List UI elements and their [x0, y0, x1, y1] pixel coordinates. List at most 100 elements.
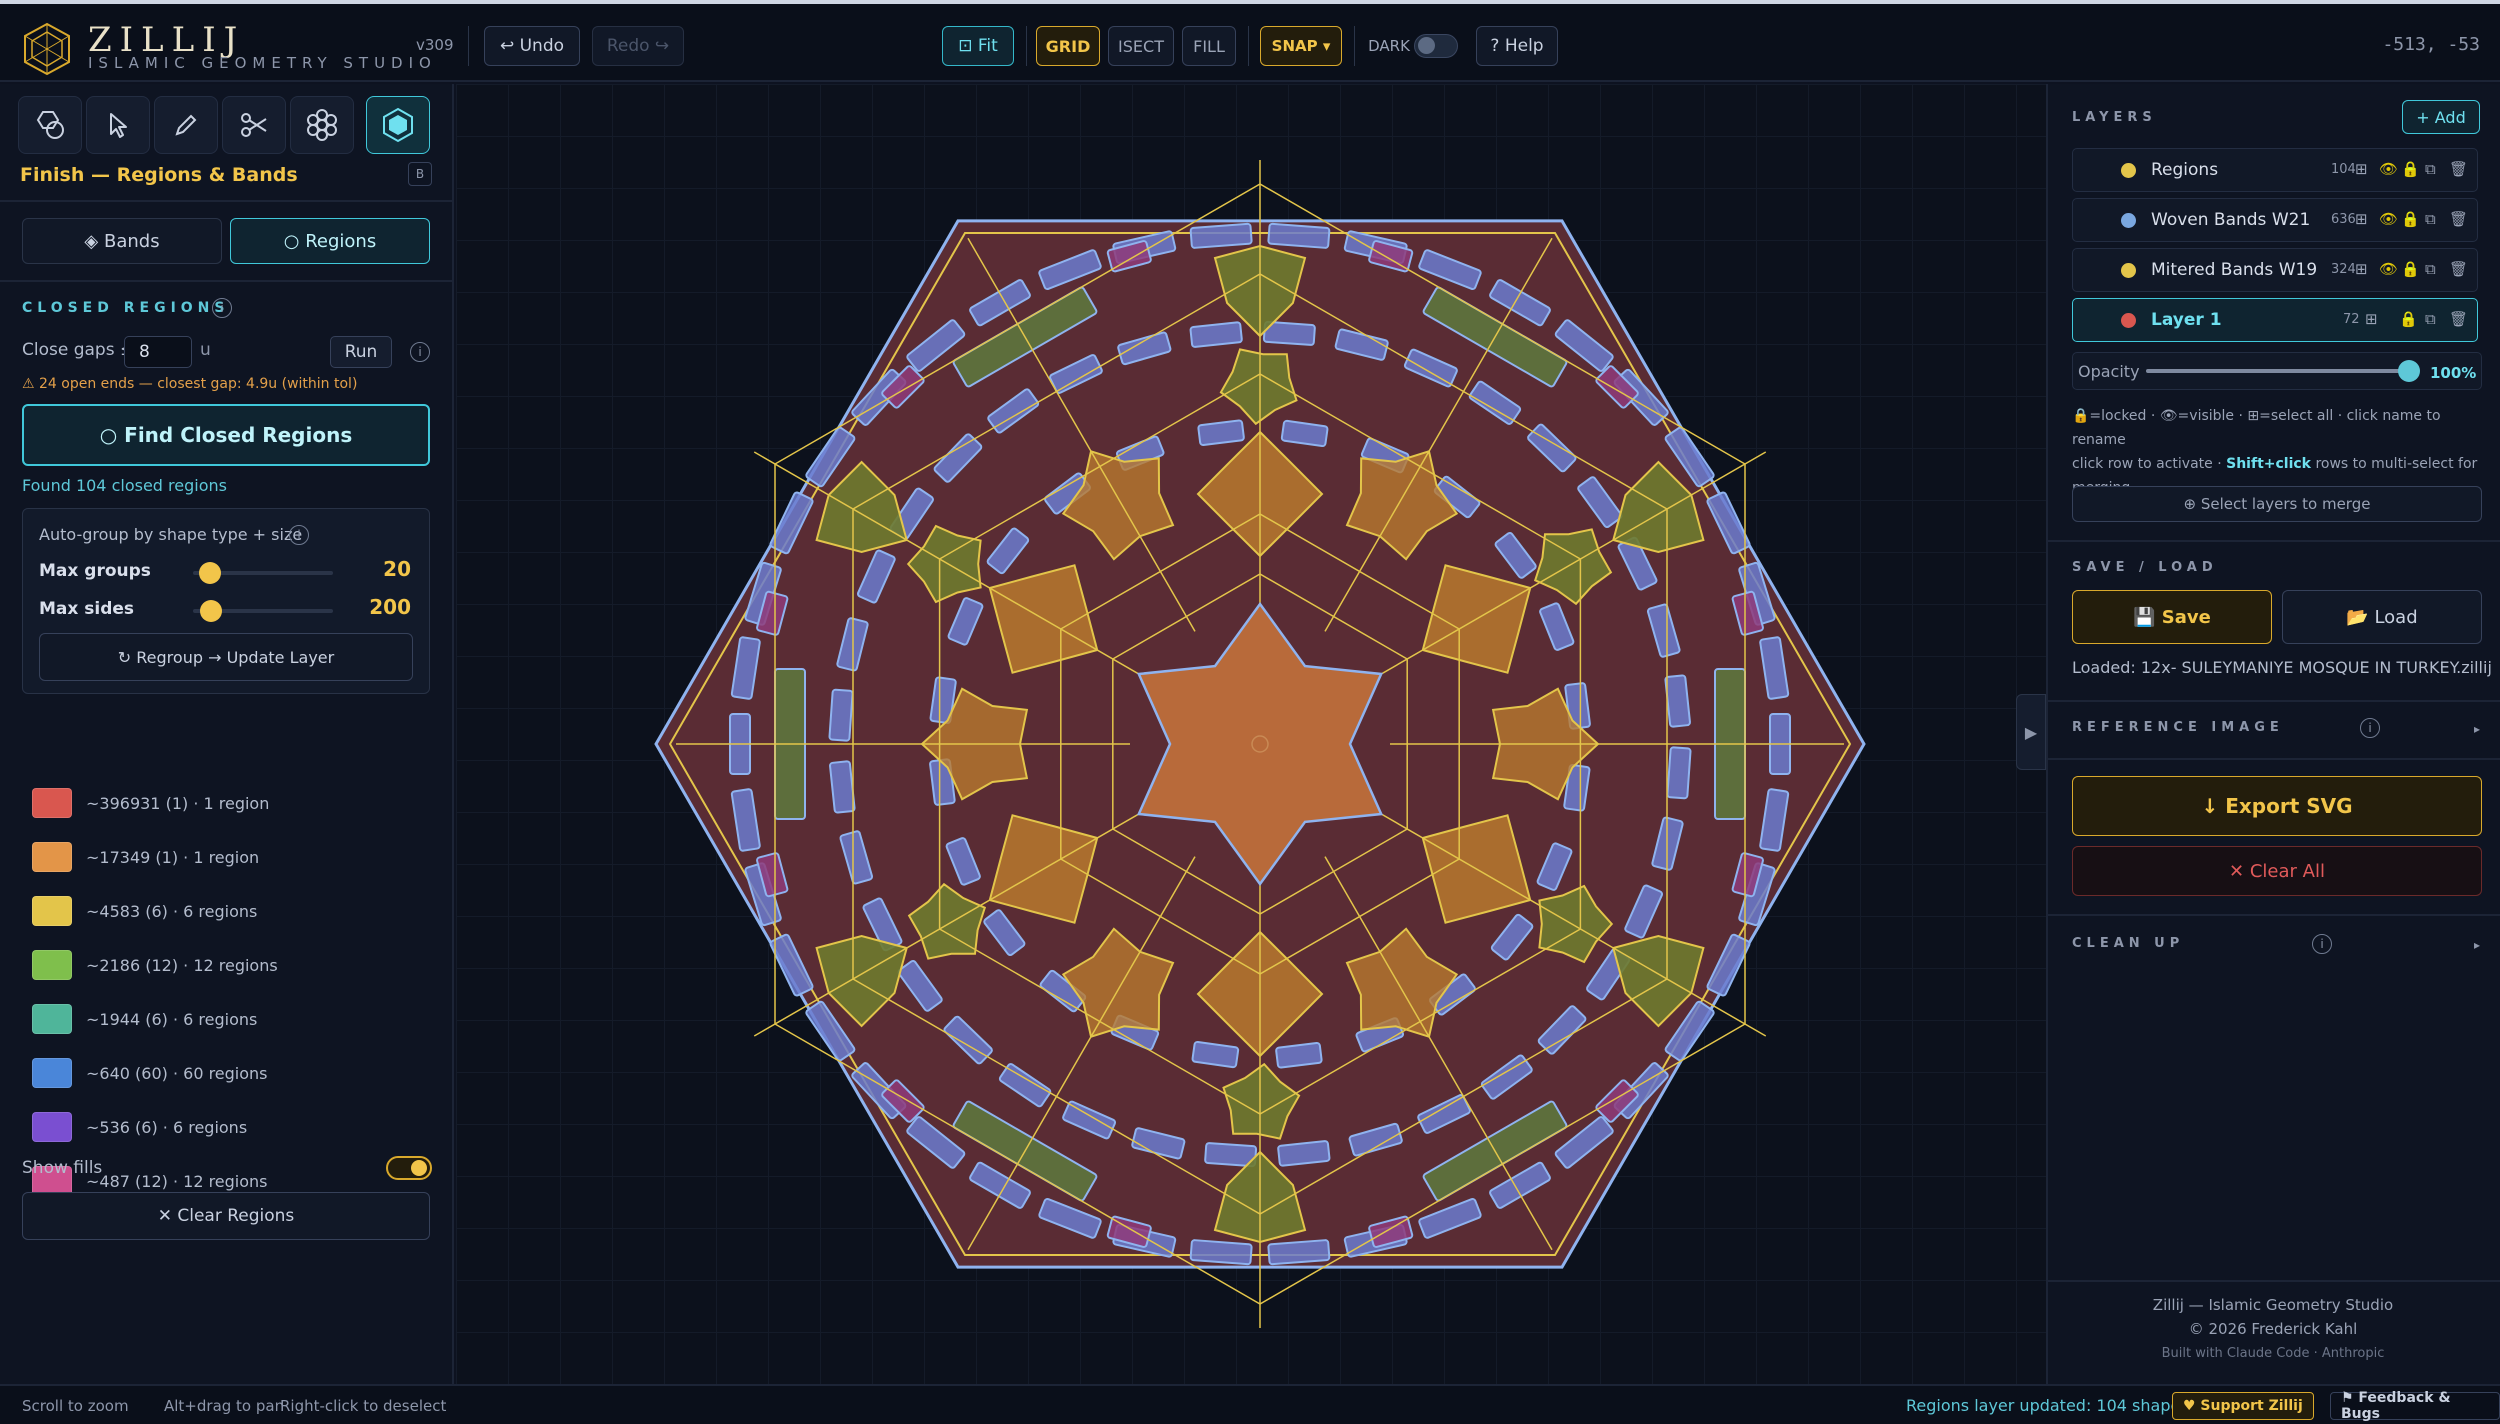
- region-group-item[interactable]: ~2186 (12) · 12 regions: [32, 948, 278, 982]
- blue-tile[interactable]: [1277, 1140, 1331, 1167]
- find-closed-regions-button[interactable]: ○ Find Closed Regions: [22, 404, 430, 466]
- group-color-swatch[interactable]: [32, 842, 72, 872]
- blue-tile[interactable]: [1275, 1042, 1323, 1069]
- blue-tile[interactable]: [1664, 674, 1691, 728]
- group-color-swatch[interactable]: [32, 896, 72, 926]
- lock-icon[interactable]: 🔒: [2399, 310, 2418, 328]
- duplicate-icon[interactable]: ⧉: [2425, 160, 2436, 178]
- max-groups-slider[interactable]: [199, 562, 221, 584]
- trash-icon[interactable]: 🗑: [2449, 210, 2468, 228]
- layer-name[interactable]: Layer 1: [2151, 310, 2222, 330]
- show-fills-toggle[interactable]: [386, 1156, 432, 1180]
- reference-image-heading[interactable]: REFERENCE IMAGE: [2072, 720, 2284, 735]
- layer-row[interactable]: Mitered Bands W19 324 ⊞ 👁 🔒 ⧉ 🗑: [2072, 248, 2478, 292]
- blue-tile[interactable]: [1666, 746, 1692, 800]
- info-icon[interactable]: i: [2312, 934, 2332, 954]
- region-group-item[interactable]: ~4583 (6) · 6 regions: [32, 894, 257, 928]
- isect-toggle[interactable]: ISECT: [1108, 26, 1174, 66]
- clean-up-heading[interactable]: CLEAN UP: [2072, 936, 2184, 951]
- region-group-item[interactable]: ~396931 (1) · 1 region: [32, 786, 269, 820]
- lock-icon[interactable]: 🔒: [2401, 160, 2420, 178]
- region-group-item[interactable]: ~17349 (1) · 1 region: [32, 840, 259, 874]
- select-tool-button[interactable]: [86, 96, 150, 154]
- layer-name[interactable]: Mitered Bands W19: [2151, 260, 2317, 280]
- opacity-slider[interactable]: [2398, 360, 2420, 382]
- expand-caret-icon[interactable]: ▸: [2474, 938, 2480, 952]
- trash-icon[interactable]: 🗑: [2449, 260, 2468, 278]
- layer-row[interactable]: Regions 104 ⊞ 👁 🔒 ⧉ 🗑: [2072, 148, 2478, 192]
- layer-name[interactable]: Regions: [2151, 160, 2218, 180]
- draw-tool-button[interactable]: [154, 96, 218, 154]
- region-group-item[interactable]: ~536 (6) · 6 regions: [32, 1110, 247, 1144]
- info-icon[interactable]: i: [2360, 718, 2380, 738]
- region-group-item[interactable]: ~640 (60) · 60 regions: [32, 1056, 268, 1090]
- blue-tile[interactable]: [1189, 1239, 1253, 1266]
- opacity-track[interactable]: [2146, 369, 2406, 373]
- snap-dropdown[interactable]: SNAP ▾: [1260, 26, 1342, 66]
- blue-tile[interactable]: [1189, 321, 1243, 348]
- pattern-tool-button[interactable]: [290, 96, 354, 154]
- expand-caret-icon[interactable]: ▸: [2474, 722, 2480, 736]
- layer-color-dot[interactable]: [2121, 163, 2136, 178]
- group-color-swatch[interactable]: [32, 1112, 72, 1142]
- fit-button[interactable]: ⊡ Fit: [942, 26, 1014, 66]
- add-layer-button[interactable]: + Add: [2402, 100, 2480, 134]
- trash-icon[interactable]: 🗑: [2449, 160, 2468, 178]
- trash-icon[interactable]: 🗑: [2449, 310, 2468, 328]
- layer-name[interactable]: Woven Bands W21: [2151, 210, 2310, 230]
- blue-tile[interactable]: [1267, 1239, 1331, 1266]
- group-color-swatch[interactable]: [32, 950, 72, 980]
- group-color-swatch[interactable]: [32, 788, 72, 818]
- select-all-icon[interactable]: ⊞: [2355, 160, 2368, 178]
- region-group-item[interactable]: ~1944 (6) · 6 regions: [32, 1002, 257, 1036]
- info-icon[interactable]: i: [212, 298, 232, 318]
- max-sides-slider[interactable]: [200, 600, 222, 622]
- layer-color-dot[interactable]: [2121, 213, 2136, 228]
- load-button[interactable]: 📂 Load: [2282, 590, 2482, 644]
- blue-tile[interactable]: [1197, 419, 1245, 446]
- blue-tile[interactable]: [829, 760, 856, 814]
- feedback-button[interactable]: ⚑ Feedback & Bugs: [2330, 1390, 2500, 1422]
- info-icon[interactable]: i: [289, 525, 309, 545]
- eye-icon[interactable]: 👁: [2379, 160, 2398, 178]
- undo-button[interactable]: ↩ Undo: [484, 26, 580, 66]
- select-all-icon[interactable]: ⊞: [2355, 210, 2368, 228]
- regroup-button[interactable]: ↻ Regroup → Update Layer: [39, 633, 413, 681]
- drawing-canvas[interactable]: [456, 84, 2046, 1384]
- lock-icon[interactable]: 🔒: [2401, 260, 2420, 278]
- duplicate-icon[interactable]: ⧉: [2425, 260, 2436, 278]
- redo-button[interactable]: Redo ↪: [592, 26, 684, 66]
- collapse-panel-tab[interactable]: ▶: [2016, 694, 2046, 770]
- duplicate-icon[interactable]: ⧉: [2425, 310, 2436, 328]
- info-icon[interactable]: i: [410, 342, 430, 362]
- clear-all-button[interactable]: ✕ Clear All: [2072, 846, 2482, 896]
- fill-toggle[interactable]: FILL: [1182, 26, 1236, 66]
- blue-tile[interactable]: [828, 688, 854, 742]
- layer-color-dot[interactable]: [2121, 263, 2136, 278]
- layer-row[interactable]: Layer 1 72 ⊞ 🔒 ⧉ 🗑: [2072, 298, 2478, 342]
- save-button[interactable]: 💾 Save: [2072, 590, 2272, 644]
- duplicate-icon[interactable]: ⧉: [2425, 210, 2436, 228]
- layer-color-dot[interactable]: [2121, 313, 2136, 328]
- eye-icon[interactable]: 👁: [2379, 210, 2398, 228]
- select-all-icon[interactable]: ⊞: [2355, 260, 2368, 278]
- dark-mode-toggle[interactable]: [1414, 34, 1458, 58]
- layer-row[interactable]: Woven Bands W21 636 ⊞ 👁 🔒 ⧉ 🗑: [2072, 198, 2478, 242]
- grid-toggle[interactable]: GRID: [1036, 26, 1100, 66]
- geometry-pattern[interactable]: [456, 84, 2046, 1384]
- cut-tool-button[interactable]: [222, 96, 286, 154]
- export-svg-button[interactable]: ↓ Export SVG: [2072, 776, 2482, 836]
- support-button[interactable]: ♥ Support Zillij: [2172, 1392, 2314, 1420]
- blue-tile[interactable]: [1189, 222, 1253, 249]
- select-all-icon[interactable]: ⊞: [2365, 310, 2378, 328]
- clear-regions-button[interactable]: ✕ Clear Regions: [22, 1192, 430, 1240]
- group-color-swatch[interactable]: [32, 1004, 72, 1034]
- blue-tile[interactable]: [1267, 222, 1331, 249]
- tab-bands[interactable]: ◈ Bands: [22, 218, 222, 264]
- close-gaps-input[interactable]: 8: [124, 336, 192, 368]
- tab-regions[interactable]: ○ Regions: [230, 218, 430, 264]
- lock-icon[interactable]: 🔒: [2401, 210, 2420, 228]
- help-button[interactable]: ? Help: [1476, 26, 1558, 66]
- run-button[interactable]: Run: [330, 336, 392, 368]
- finish-tool-button[interactable]: [366, 96, 430, 154]
